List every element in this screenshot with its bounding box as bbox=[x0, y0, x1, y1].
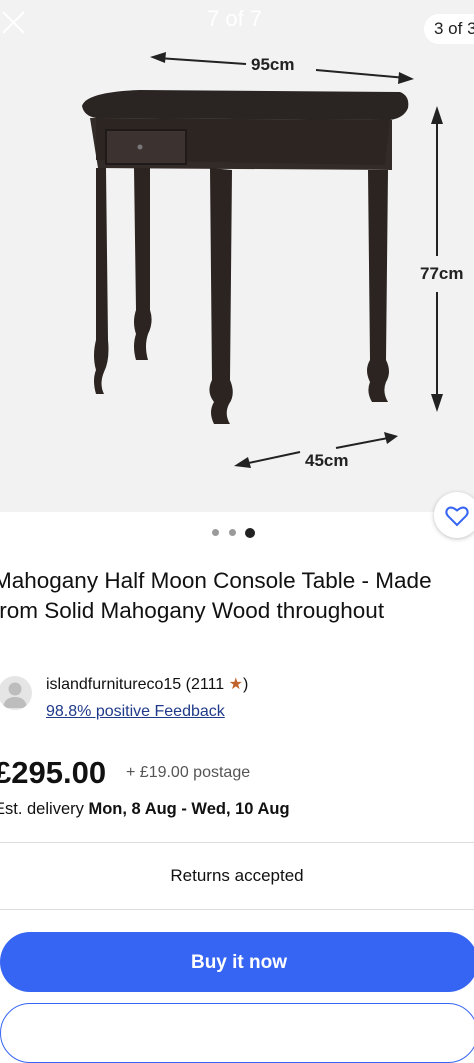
height-dimension-label: 77cm bbox=[420, 264, 464, 283]
seller-info[interactable]: islandfurnitureco15 (2111 ★) bbox=[46, 674, 248, 694]
listing-title: Mahogany Half Moon Console Table - Made … bbox=[0, 568, 432, 623]
delivery-prefix: Est. delivery bbox=[0, 800, 84, 818]
delivery-estimate: Est. delivery Mon, 8 Aug - Wed, 10 Aug bbox=[0, 800, 290, 819]
divider bbox=[0, 909, 474, 910]
buy-it-now-button[interactable]: Buy it now bbox=[0, 932, 474, 992]
seller-score-close: ) bbox=[243, 676, 249, 693]
product-image bbox=[82, 52, 443, 468]
divider bbox=[0, 842, 474, 843]
secondary-action-button[interactable] bbox=[0, 1003, 474, 1063]
close-icon bbox=[2, 11, 25, 34]
image-gallery[interactable]: 95cm 77cm 45cm 7 of 7 3 of 3 bbox=[0, 0, 474, 512]
seller-avatar[interactable] bbox=[0, 676, 32, 710]
watch-button[interactable] bbox=[434, 492, 474, 538]
close-button[interactable] bbox=[0, 8, 30, 38]
seller-score: (2111 bbox=[185, 676, 225, 693]
seller-name[interactable]: islandfurnitureco15 bbox=[46, 676, 181, 693]
delivery-dates: Mon, 8 Aug - Wed, 10 Aug bbox=[88, 800, 290, 818]
returns-policy[interactable]: Returns accepted bbox=[0, 866, 474, 886]
width-dimension-label: 95cm bbox=[251, 55, 295, 74]
carousel-dot bbox=[229, 529, 236, 536]
carousel-dot-active bbox=[245, 528, 255, 538]
carousel-dot bbox=[212, 529, 219, 536]
heart-icon bbox=[445, 506, 469, 527]
star-icon: ★ bbox=[228, 676, 243, 693]
photo-counter-badge: 3 of 3 bbox=[424, 14, 474, 44]
item-price: £295.00 bbox=[0, 755, 107, 790]
image-counter: 7 of 7 bbox=[207, 6, 263, 31]
depth-dimension-label: 45cm bbox=[305, 451, 349, 470]
user-avatar-icon bbox=[3, 682, 27, 708]
postage-cost: + £19.00 postage bbox=[126, 764, 251, 781]
seller-feedback-link[interactable]: 98.8% positive Feedback bbox=[46, 703, 225, 721]
